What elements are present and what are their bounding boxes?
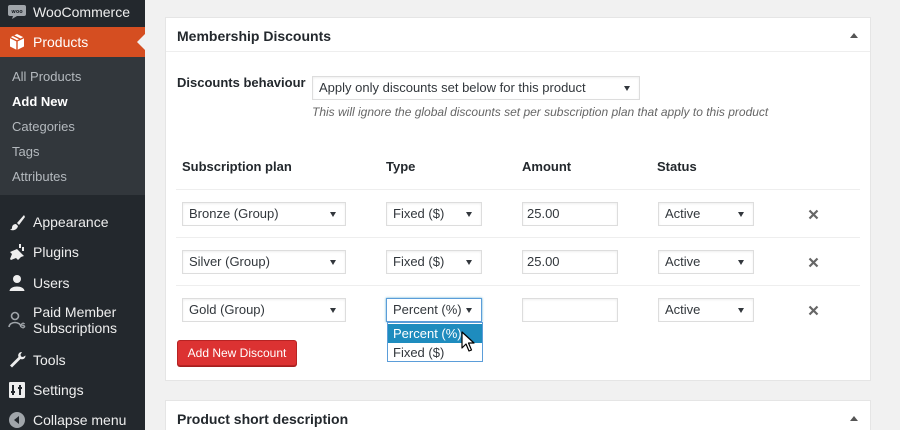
submenu-item-attributes[interactable]: Attributes (12, 169, 67, 184)
status-select[interactable]: Active (658, 250, 754, 274)
column-header-amount: Amount (522, 159, 572, 174)
menu-label: Users (33, 275, 70, 291)
settings-icon (8, 381, 26, 399)
select-value: Percent (%) (393, 302, 462, 317)
discounts-behaviour-select[interactable]: Apply only discounts set below for this … (312, 76, 640, 100)
amount-input[interactable] (522, 298, 618, 322)
remove-discount-icon[interactable] (806, 303, 820, 317)
menu-label: Tools (33, 352, 66, 368)
collapse-icon (8, 411, 26, 429)
member-icon: $ (8, 311, 26, 329)
amount-input[interactable]: 25.00 (522, 250, 618, 274)
svg-text:$: $ (20, 321, 26, 329)
select-value: Active (665, 206, 701, 221)
chevron-down-icon (330, 212, 336, 217)
menu-item-plugins[interactable]: Plugins (0, 240, 145, 264)
status-select[interactable]: Active (658, 298, 754, 322)
product-short-description-panel: Product short description (165, 400, 871, 430)
menu-item-woocommerce[interactable]: woo WooCommerce (0, 0, 145, 24)
select-value: Gold (Group) (189, 302, 265, 317)
type-select[interactable]: Fixed ($) (386, 202, 482, 226)
row-divider (176, 189, 860, 190)
amount-input[interactable]: 25.00 (522, 202, 618, 226)
membership-discounts-panel: Membership Discounts Discounts behaviour… (165, 17, 871, 381)
submenu-item-add-new[interactable]: Add New (12, 94, 68, 109)
menu-label-line-1: Paid Member (33, 304, 117, 320)
plan-select[interactable]: Bronze (Group) (182, 202, 346, 226)
wrench-icon (8, 351, 26, 369)
select-value: Fixed ($) (393, 254, 445, 269)
column-header-plan: Subscription plan (182, 159, 292, 174)
chevron-down-icon (466, 260, 472, 265)
mouse-cursor-icon (461, 331, 475, 352)
submenu-item-all-products[interactable]: All Products (12, 69, 81, 84)
menu-label: Products (33, 34, 89, 50)
chevron-down-icon (330, 308, 336, 313)
menu-label: Appearance (33, 214, 109, 230)
chevron-down-icon (466, 308, 472, 313)
add-new-discount-button[interactable]: Add New Discount (177, 340, 297, 366)
chevron-down-icon (624, 86, 630, 91)
admin-sidebar: woo WooCommerce Products All Products Ad… (0, 0, 145, 430)
menu-item-tools[interactable]: Tools (0, 348, 145, 372)
chevron-down-icon (738, 308, 744, 313)
user-icon (8, 274, 26, 292)
chevron-down-icon (738, 212, 744, 217)
panel-title: Product short description (177, 411, 349, 427)
submenu-item-categories[interactable]: Categories (12, 119, 75, 134)
type-select[interactable]: Fixed ($) (386, 250, 482, 274)
discounts-behaviour-label: Discounts behaviour (177, 75, 306, 90)
collapse-toggle-icon[interactable] (850, 33, 858, 38)
panel-divider (166, 51, 870, 52)
plug-icon (8, 243, 26, 261)
select-value: Apply only discounts set below for this … (319, 80, 586, 95)
column-header-type: Type (386, 159, 416, 174)
box-icon (8, 33, 26, 51)
select-value: Fixed ($) (393, 206, 445, 221)
select-value: Active (665, 302, 701, 317)
remove-discount-icon[interactable] (806, 207, 820, 221)
row-divider (176, 237, 860, 238)
plan-select[interactable]: Silver (Group) (182, 250, 346, 274)
menu-item-appearance[interactable]: Appearance (0, 210, 145, 234)
collapse-menu-button[interactable]: Collapse menu (0, 408, 145, 430)
select-value: Silver (Group) (189, 254, 270, 269)
remove-discount-icon[interactable] (806, 255, 820, 269)
woo-icon: woo (8, 3, 26, 21)
menu-label: Collapse menu (33, 412, 127, 428)
select-value: Bronze (Group) (189, 206, 279, 221)
menu-item-products[interactable]: Products (0, 27, 145, 57)
submenu-item-tags[interactable]: Tags (12, 144, 39, 159)
menu-item-users[interactable]: Users (0, 271, 145, 295)
chevron-down-icon (330, 260, 336, 265)
paintbrush-icon (8, 213, 26, 231)
status-select[interactable]: Active (658, 202, 754, 226)
svg-text:woo: woo (11, 9, 23, 15)
column-header-status: Status (657, 159, 697, 174)
menu-label-line-2: Subscriptions (33, 320, 118, 336)
menu-label: Settings (33, 382, 84, 398)
discounts-behaviour-hint: This will ignore the global discounts se… (312, 105, 769, 119)
type-select-open[interactable]: Percent (%) (386, 298, 482, 322)
select-value: Active (665, 254, 701, 269)
collapse-toggle-icon[interactable] (850, 416, 858, 421)
row-divider (176, 285, 860, 286)
menu-item-settings[interactable]: Settings (0, 378, 145, 402)
menu-label: Plugins (33, 244, 79, 260)
products-submenu: All Products Add New Categories Tags Att… (0, 57, 145, 195)
panel-title: Membership Discounts (177, 28, 332, 44)
menu-item-paid-member-subscriptions[interactable]: $ Paid Member Subscriptions (0, 303, 145, 337)
chevron-down-icon (466, 212, 472, 217)
menu-label: WooCommerce (33, 4, 130, 20)
chevron-down-icon (738, 260, 744, 265)
plan-select[interactable]: Gold (Group) (182, 298, 346, 322)
